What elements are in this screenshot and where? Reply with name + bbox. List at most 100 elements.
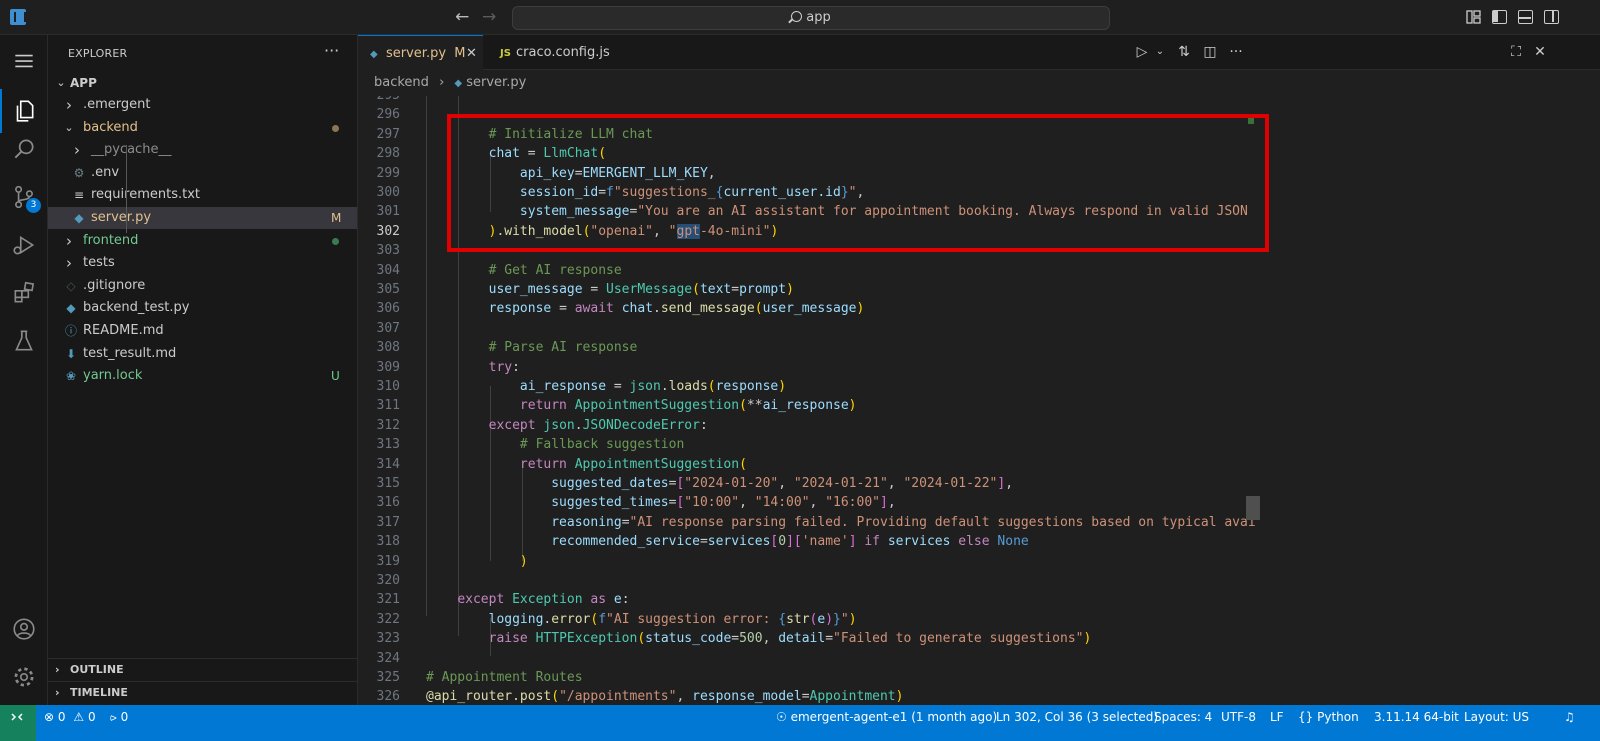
- tree-item-label: __pycache__: [91, 142, 172, 158]
- tree-item[interactable]: ⬇ test_result.md: [48, 343, 357, 365]
- tree-item-label: .env: [91, 164, 120, 180]
- layout-customize-icon[interactable]: [1466, 10, 1481, 24]
- line-source: except Exception as e:: [457, 592, 630, 608]
- settings-gear-icon[interactable]: [0, 653, 48, 701]
- info-icon: ⓘ: [64, 324, 77, 338]
- lines-icon: ≡: [73, 188, 85, 203]
- tree-item[interactable]: ◆ server.py M: [48, 207, 357, 229]
- tab-craco-config-js[interactable]: JS craco.config.js: [488, 35, 618, 70]
- line-number: 315: [376, 476, 400, 491]
- git-status-badge: U: [331, 369, 340, 384]
- tree-item[interactable]: ≡ requirements.txt: [48, 184, 357, 206]
- git-status-dot: [332, 237, 339, 245]
- line-source: suggested_dates=["2024-01-20", "2024-01-…: [551, 476, 1014, 491]
- end-of-line[interactable]: LF: [1270, 705, 1284, 729]
- testing-flask-icon[interactable]: [0, 317, 48, 365]
- close-icon[interactable]: ✕: [466, 36, 477, 71]
- run-debug-icon[interactable]: [0, 221, 48, 269]
- tree-item[interactable]: › tests: [48, 252, 357, 274]
- language-mode[interactable]: {} Python: [1298, 705, 1359, 729]
- remote-icon[interactable]: [0, 705, 36, 741]
- tree-item[interactable]: › frontend: [48, 230, 357, 252]
- line-source: response = await chat.send_message(user_…: [488, 301, 865, 317]
- chevron-right-icon: ›: [55, 663, 60, 676]
- git-blame[interactable]: ☉ emergent-agent-e1 (1 month ago): [776, 705, 997, 729]
- run-play-icon[interactable]: ▷: [1134, 44, 1150, 60]
- git-blame-label: emergent-agent-e1 (1 month ago): [790, 710, 998, 724]
- markdown-icon: ⬇: [65, 346, 77, 361]
- tree-item-label: .emergent: [83, 97, 151, 112]
- tree-item[interactable]: ❀ yarn.lock U: [48, 365, 357, 387]
- code-line: 322 logging.error(f"AI suggestion error:…: [358, 610, 1260, 629]
- tab-server-py[interactable]: ◆ server.py M ✕: [358, 35, 483, 70]
- line-number: 324: [376, 650, 400, 666]
- chevron-down-icon[interactable]: ⌄: [1152, 44, 1168, 60]
- tree-item-label: test_result.md: [83, 345, 177, 361]
- chevron-right-icon: ›: [66, 231, 72, 250]
- minimap[interactable]: [1248, 70, 1600, 705]
- breadcrumb-file[interactable]: server.py: [466, 75, 526, 90]
- cursor-position[interactable]: Ln 302, Col 36 (3 selected): [996, 705, 1158, 729]
- search-icon[interactable]: [0, 125, 48, 173]
- tab-label: server.py: [386, 46, 447, 61]
- tree-item[interactable]: ⌄ backend: [48, 117, 357, 139]
- indentation[interactable]: Spaces: 4: [1154, 705, 1212, 729]
- line-number: 302: [376, 223, 400, 239]
- compare-changes-icon[interactable]: ⇅: [1176, 44, 1192, 60]
- source-control-icon[interactable]: 3: [0, 173, 48, 221]
- line-number: 318: [376, 534, 400, 550]
- python-interpreter[interactable]: 3.11.14 64-bit: [1374, 705, 1459, 729]
- line-number: 304: [376, 262, 400, 278]
- modified-badge: M: [454, 46, 466, 61]
- editor-scrollbar-thumb[interactable]: [1246, 496, 1260, 520]
- maximize-icon[interactable]: ⛶: [1508, 44, 1524, 60]
- command-center-search[interactable]: app: [512, 6, 1110, 30]
- encoding[interactable]: UTF-8: [1221, 705, 1256, 729]
- chevron-right-icon: ›: [74, 141, 80, 160]
- line-number: 312: [376, 417, 400, 433]
- tree-item[interactable]: ⓘ README.md: [48, 320, 357, 342]
- code-line: 320: [358, 571, 1260, 590]
- tree-item[interactable]: › __pycache__: [48, 139, 357, 161]
- close-icon[interactable]: ✕: [1532, 44, 1548, 60]
- tree-item[interactable]: › .emergent: [48, 94, 357, 116]
- extensions-icon[interactable]: [0, 269, 48, 317]
- timeline-section[interactable]: › TIMELINE: [48, 681, 357, 703]
- tree-item-label: .gitignore: [83, 277, 146, 293]
- code-line: 317 reasoning="AI response parsing faile…: [358, 513, 1260, 532]
- keyboard-layout[interactable]: Layout: US: [1464, 705, 1529, 729]
- timeline-label: TIMELINE: [70, 686, 128, 699]
- line-source: # Appointment Routes: [426, 670, 583, 685]
- ports-indicator[interactable]: ⪧ 0: [110, 705, 128, 729]
- line-source: suggested_times=["10:00", "14:00", "16:0…: [551, 495, 896, 511]
- forward-arrow-icon[interactable]: →: [482, 7, 496, 27]
- more-actions-icon[interactable]: ···: [1228, 44, 1244, 60]
- tree-item[interactable]: ◇ .gitignore: [48, 275, 357, 297]
- outline-section[interactable]: › OUTLINE: [48, 658, 357, 680]
- error-count: 0: [57, 710, 66, 724]
- menu-icon[interactable]: [0, 37, 48, 85]
- breadcrumb-folder[interactable]: backend: [374, 75, 429, 90]
- line-source: @api_router.post("/appointments", respon…: [426, 689, 904, 705]
- toggle-panel-icon[interactable]: [1518, 10, 1533, 24]
- account-icon[interactable]: [0, 605, 48, 653]
- python-icon: ◆: [66, 301, 76, 316]
- tree-item[interactable]: ⚙ .env: [48, 162, 357, 184]
- tree-item[interactable]: ◆ backend_test.py: [48, 297, 357, 319]
- split-editor-icon[interactable]: ◫: [1202, 44, 1218, 60]
- line-number: 297: [376, 126, 400, 142]
- line-number: 295: [358, 96, 400, 105]
- toggle-secondary-sidebar-icon[interactable]: [1544, 10, 1559, 24]
- tree-item-label: backend: [83, 119, 138, 135]
- command-center-label: app: [806, 10, 831, 25]
- back-arrow-icon[interactable]: ←: [455, 7, 469, 27]
- line-source: ): [519, 553, 528, 569]
- line-number: 308: [376, 340, 400, 356]
- problems-indicator[interactable]: ⊗ 0 ⚠ 0: [44, 705, 96, 729]
- line-number: 311: [376, 398, 400, 414]
- toggle-primary-sidebar-icon[interactable]: [1492, 10, 1507, 24]
- git-icon: ◇: [66, 278, 76, 293]
- more-actions-icon[interactable]: ···: [324, 41, 339, 60]
- tree-root-app[interactable]: ⌄ APP: [48, 72, 357, 94]
- notifications-bell-icon[interactable]: ♫: [1564, 705, 1575, 729]
